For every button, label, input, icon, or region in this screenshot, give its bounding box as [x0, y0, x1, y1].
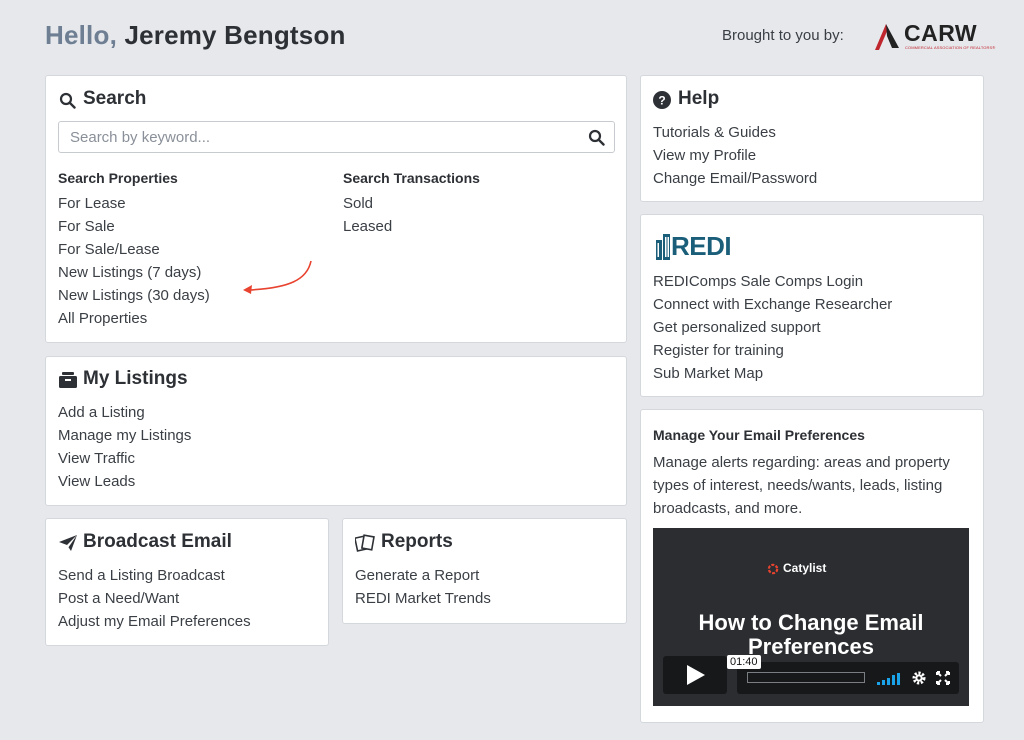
logo-wordmark: CARW	[904, 20, 978, 46]
link-for-sale-lease[interactable]: For Sale/Lease	[58, 241, 160, 258]
video-title: How to Change Email Preferences	[698, 610, 924, 659]
reports-title: Reports	[381, 531, 453, 552]
link-new-listings-7[interactable]: New Listings (7 days)	[58, 264, 201, 281]
link-redicomps-login[interactable]: REDIComps Sale Comps Login	[653, 273, 863, 290]
link-sold[interactable]: Sold	[343, 195, 373, 212]
link-change-email-password[interactable]: Change Email/Password	[653, 170, 817, 187]
link-for-sale[interactable]: For Sale	[58, 218, 115, 235]
email-preferences-title: Manage Your Email Preferences	[653, 427, 865, 443]
link-redi-market-trends[interactable]: REDI Market Trends	[355, 590, 491, 607]
annotation-arrow-icon	[243, 260, 312, 294]
settings-gear-icon[interactable]	[911, 670, 927, 686]
carw-logo-mark-icon	[875, 24, 899, 50]
link-view-profile[interactable]: View my Profile	[653, 147, 756, 164]
sponsor-label: Brought to you by:	[722, 27, 844, 44]
broadcast-email-card: Broadcast Email Send a Listing Broadcast…	[45, 518, 329, 646]
help-title: Help	[678, 88, 720, 109]
greeting-hello: Hello,	[45, 20, 117, 50]
my-listings-title: My Listings	[83, 368, 188, 389]
broadcast-email-title: Broadcast Email	[83, 531, 232, 552]
link-for-lease[interactable]: For Lease	[58, 195, 126, 212]
link-sub-market-map[interactable]: Sub Market Map	[653, 365, 763, 382]
link-new-listings-30[interactable]: New Listings (30 days)	[58, 287, 210, 304]
play-icon	[687, 665, 705, 685]
link-all-properties[interactable]: All Properties	[58, 310, 147, 327]
redi-logo-text: REDI	[671, 231, 732, 261]
search-title: Search	[83, 88, 147, 109]
building-icon	[656, 234, 670, 260]
link-exchange-researcher[interactable]: Connect with Exchange Researcher	[653, 296, 892, 313]
link-register-training[interactable]: Register for training	[653, 342, 784, 359]
svg-text:?: ?	[658, 94, 665, 108]
video-brand: Catylist	[783, 561, 827, 575]
video-progress-bar[interactable]	[747, 672, 865, 683]
question-circle-icon: ?	[653, 91, 671, 109]
link-tutorials-guides[interactable]: Tutorials & Guides	[653, 124, 776, 141]
link-add-listing[interactable]: Add a Listing	[58, 404, 145, 421]
link-view-traffic[interactable]: View Traffic	[58, 450, 135, 467]
user-name: Jeremy Bengtson	[124, 20, 346, 50]
documents-icon	[355, 534, 375, 552]
link-send-listing-broadcast[interactable]: Send a Listing Broadcast	[58, 567, 225, 584]
link-generate-report[interactable]: Generate a Report	[355, 567, 479, 584]
link-adjust-email-preferences[interactable]: Adjust my Email Preferences	[58, 613, 251, 630]
inbox-tray-icon	[59, 372, 77, 388]
email-preferences-description: Manage alerts regarding: areas and prope…	[653, 454, 950, 517]
link-post-need-want[interactable]: Post a Need/Want	[58, 590, 179, 607]
logo-tagline: COMMERCIAL ASSOCIATION OF REALTORS®	[905, 45, 996, 50]
video-player[interactable]: Catylist How to Change Email Preferences	[653, 528, 969, 706]
video-time-tooltip: 01:40	[727, 655, 761, 669]
link-leased[interactable]: Leased	[343, 218, 392, 235]
redi-card: REDI REDIComps Sale Comps Login Connect …	[640, 214, 984, 397]
fullscreen-icon[interactable]	[936, 671, 950, 685]
link-personalized-support[interactable]: Get personalized support	[653, 319, 821, 336]
catylist-logo-icon	[767, 563, 779, 575]
search-properties-heading: Search Properties	[58, 170, 178, 186]
play-button[interactable]	[663, 656, 727, 694]
search-icon	[59, 92, 76, 109]
carw-logo[interactable]: CARW COMMERCIAL ASSOCIATION OF REALTORS®	[872, 20, 995, 52]
search-input[interactable]	[68, 128, 582, 147]
link-view-leads[interactable]: View Leads	[58, 473, 135, 490]
search-field[interactable]	[58, 121, 615, 153]
volume-icon[interactable]	[877, 673, 901, 685]
reports-card: Reports Generate a Report REDI Market Tr…	[342, 518, 627, 624]
greeting: Hello, Jeremy Bengtson	[45, 20, 346, 51]
paper-plane-icon	[59, 535, 77, 551]
link-manage-listings[interactable]: Manage my Listings	[58, 427, 191, 444]
video-controls	[737, 662, 959, 694]
search-submit-icon[interactable]	[588, 129, 605, 146]
search-transactions-heading: Search Transactions	[343, 170, 480, 186]
search-card: Search Search Properties For Lease For S…	[45, 75, 627, 343]
email-preferences-card: Manage Your Email Preferences Manage ale…	[640, 409, 984, 723]
help-card: ? Help Tutorials & Guides View my Profil…	[640, 75, 984, 202]
my-listings-card: My Listings Add a Listing Manage my List…	[45, 356, 627, 506]
